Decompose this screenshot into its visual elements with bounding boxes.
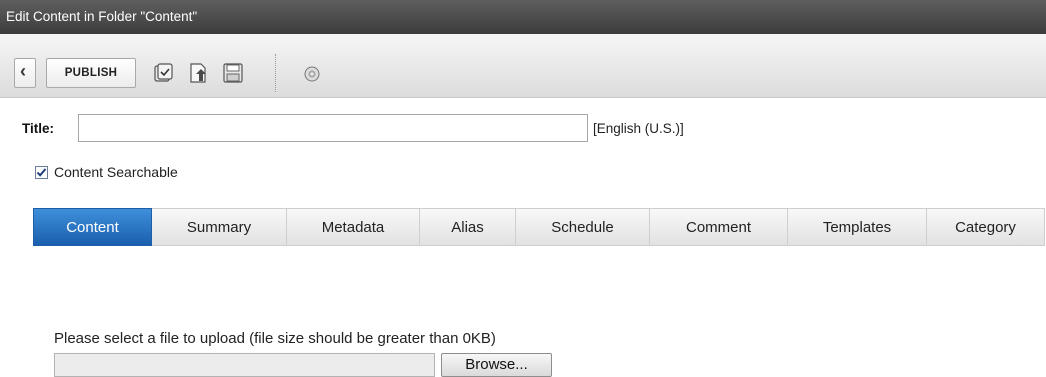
toolbar: ‹ PUBLISH (0, 34, 1046, 98)
check-in-icon[interactable] (152, 62, 174, 84)
tab-content[interactable]: Content (33, 208, 152, 246)
checkmark-icon (36, 168, 47, 177)
back-button[interactable]: ‹ (14, 58, 36, 88)
browse-button[interactable]: Browse... (441, 353, 552, 377)
tab-category[interactable]: Category (927, 208, 1045, 246)
tab-alias[interactable]: Alias (420, 208, 516, 246)
tab-comment[interactable]: Comment (650, 208, 788, 246)
window-title: Edit Content in Folder "Content" (0, 0, 1046, 34)
upload-instruction: Please select a file to upload (file siz… (54, 330, 496, 347)
tab-schedule[interactable]: Schedule (516, 208, 650, 246)
tab-summary[interactable]: Summary (152, 208, 287, 246)
title-label: Title: (22, 121, 55, 136)
publish-button[interactable]: PUBLISH (46, 58, 136, 88)
file-path-field[interactable] (54, 353, 435, 377)
help-icon[interactable] (304, 66, 320, 82)
upload-icon[interactable] (188, 62, 210, 84)
tab-bar: Content Summary Metadata Alias Schedule … (33, 208, 1045, 246)
tab-templates[interactable]: Templates (788, 208, 927, 246)
content-searchable-checkbox[interactable] (35, 166, 48, 179)
tab-metadata[interactable]: Metadata (287, 208, 420, 246)
save-icon[interactable] (222, 62, 244, 84)
language-label: [English (U.S.)] (593, 121, 684, 136)
content-searchable-label: Content Searchable (54, 164, 178, 180)
title-input[interactable] (78, 114, 588, 142)
chevron-left-icon: ‹ (20, 61, 26, 81)
toolbar-divider (275, 54, 276, 92)
